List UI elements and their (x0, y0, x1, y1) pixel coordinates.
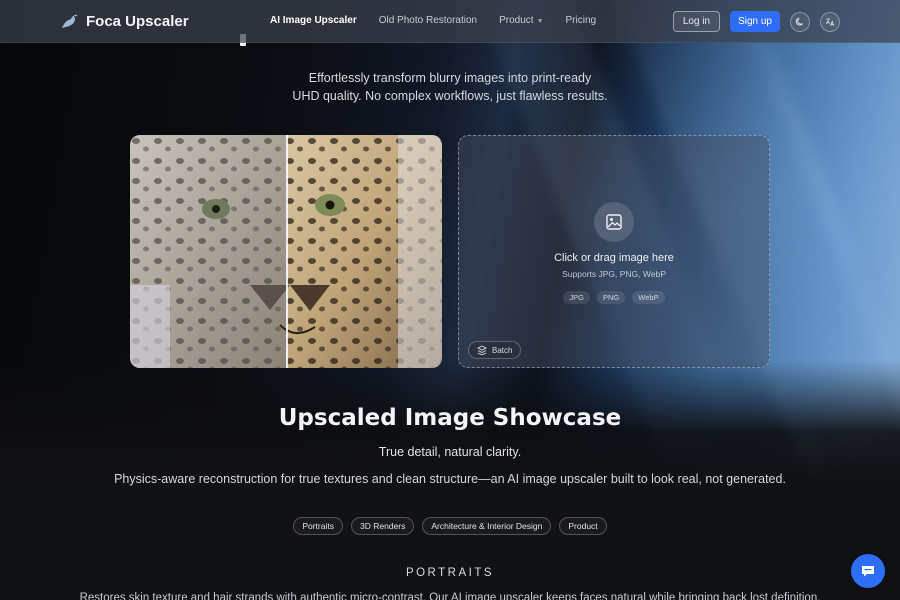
nav-link-product[interactable]: Product ▼ (499, 15, 543, 26)
batch-button[interactable]: Batch (468, 341, 522, 359)
before-after-comparison[interactable] (130, 135, 442, 368)
chat-icon (862, 566, 874, 577)
nav-link-pricing[interactable]: Pricing (566, 15, 597, 26)
format-chip-png: PNG (597, 291, 626, 304)
nav-actions: Log in Sign up (672, 11, 840, 32)
showcase-tagline: True detail, natural clarity. (378, 445, 522, 459)
login-button[interactable]: Log in (672, 11, 721, 32)
translate-icon (825, 18, 835, 26)
showcase-category-tabs: Portraits 3D Renders Architecture & Inte… (0, 517, 900, 535)
tab-product[interactable]: Product (559, 517, 607, 535)
tab-portraits[interactable]: Portraits (293, 517, 343, 535)
upload-supported-formats: Supports JPG, PNG, WebP (562, 269, 666, 279)
showcase-title: Upscaled Image Showcase (278, 405, 622, 431)
format-chips: JPG PNG WebP (459, 291, 769, 304)
upload-dropzone[interactable]: Click or drag image here Supports JPG, P… (458, 135, 770, 368)
hero-subtitle-line: Effortlessly transform blurry images int… (308, 71, 592, 85)
stack-icon (477, 345, 487, 355)
language-button[interactable] (820, 11, 840, 32)
format-chip-webp: WebP (632, 291, 665, 304)
batch-label: Batch (492, 345, 513, 355)
nav-link-old-photo-restoration[interactable]: Old Photo Restoration (379, 15, 477, 26)
chevron-down-icon: ▼ (536, 18, 544, 25)
nav-link-product-label: Product (499, 15, 534, 26)
theme-toggle-button[interactable] (790, 11, 810, 32)
upload-title: Click or drag image here (554, 252, 674, 264)
brand-name: Foca Upscaler (86, 12, 189, 30)
seal-logo-icon (60, 11, 80, 31)
top-navbar: Foca Upscaler AI Image Upscaler Old Phot… (0, 0, 900, 43)
showcase-description: Physics-aware reconstruction for true te… (114, 472, 786, 486)
comparison-divider-handle[interactable] (286, 135, 288, 368)
nav-link-ai-image-upscaler[interactable]: AI Image Upscaler (270, 15, 357, 26)
section-body: Restores skin texture and hair strands w… (79, 592, 821, 600)
tab-3d-renders[interactable]: 3D Renders (350, 517, 415, 535)
hero-subtitle: Effortlessly transform blurry images int… (0, 69, 900, 105)
hero-subtitle-line: UHD quality. No complex workflows, just … (292, 89, 608, 103)
moon-icon (795, 17, 803, 25)
tab-architecture-interior-design[interactable]: Architecture & Interior Design (422, 517, 552, 535)
format-chip-jpg: JPG (563, 291, 591, 304)
nav-links: AI Image Upscaler Old Photo Restoration … (270, 15, 596, 26)
signup-button[interactable]: Sign up (730, 11, 780, 32)
section-label-portraits: PORTRAITS (405, 567, 495, 579)
brand[interactable]: Foca Upscaler (60, 11, 189, 31)
chat-button[interactable] (851, 554, 885, 588)
image-icon (594, 202, 634, 242)
